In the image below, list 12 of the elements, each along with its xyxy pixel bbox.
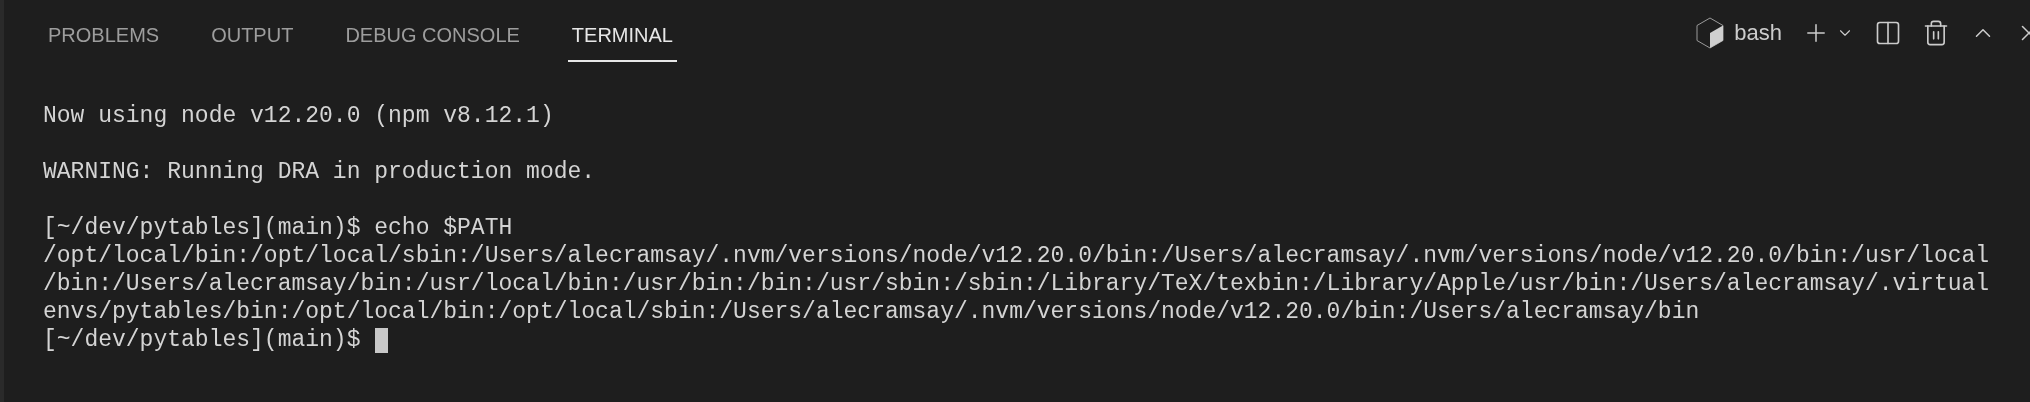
terminal-line: WARNING: Running DRA in production mode. [43,158,597,186]
panel-tab[interactable]: DEBUG CONSOLE [341,20,524,62]
terminal-line: Now using node v12.20.0 (npm v8.12.1) [43,102,555,130]
terminal-line: /bin:/Users/alecramsay/bin:/usr/local/bin:/usr/bin:/bin:/usr/sbin:/sbin:/Library/TeX/texbin:/Library/Apple/usr/bin:/Users/alecramsay/.virtual [43,270,1991,298]
panel-tab[interactable]: PROBLEMS [44,20,164,62]
terminal-line: [~/dev/pytables](main)$ [43,326,361,354]
terminal-line: [~/dev/pytables](main)$ echo $PATH [43,214,514,242]
terminal-line: /opt/local/bin:/opt/local/sbin:/Users/alecramsay/.nvm/versions/node/v12.20.0/bin:/Users/alecramsay/.nvm/versions/node/v12.20.0/bin:/usr/local [43,242,1991,270]
panel-tab[interactable]: TERMINAL [567,20,677,62]
shell-name[interactable]: bash [1734,16,1782,49]
panel-tab[interactable]: OUTPUT [207,20,298,62]
terminal-line: envs/pytables/bin:/opt/local/bin:/opt/local/sbin:/Users/alecramsay/.nvm/versions/node/v12.20.0/bin:/Users/alecramsay/bin [43,298,1701,326]
